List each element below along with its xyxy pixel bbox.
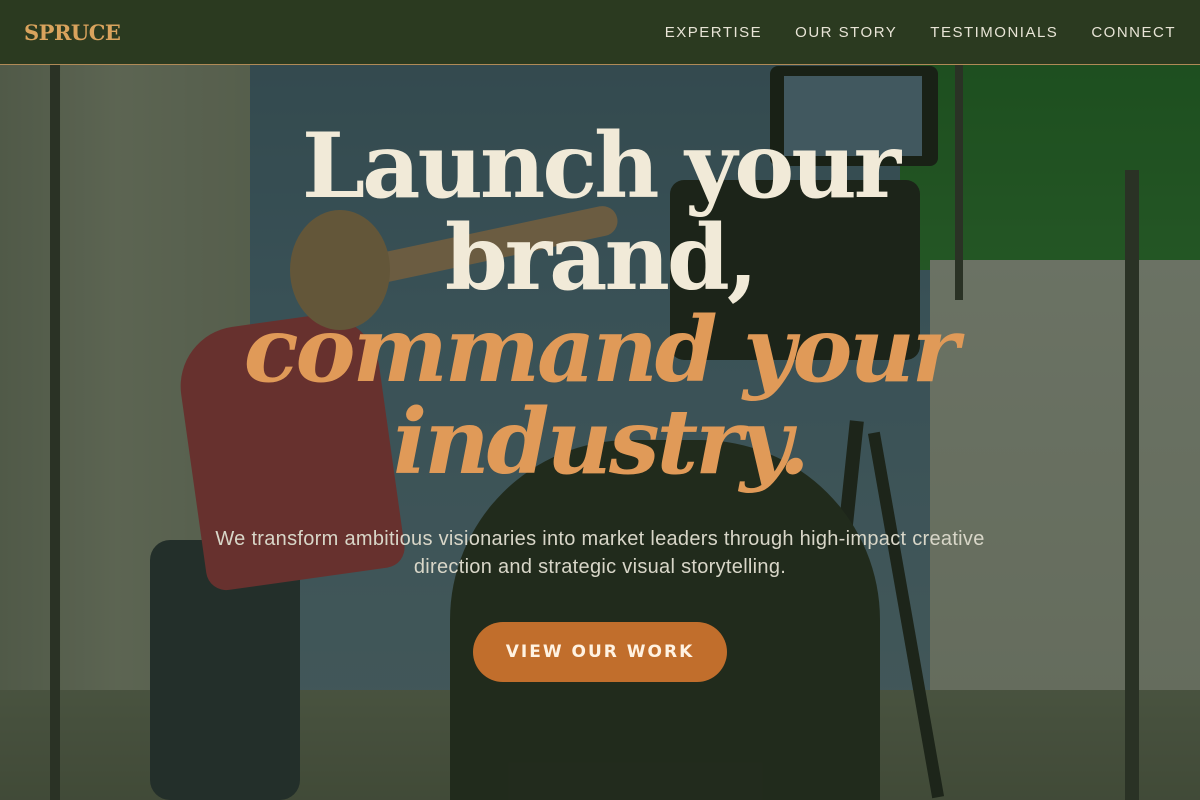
nav-link-expertise[interactable]: EXPERTISE — [665, 24, 762, 41]
brand-logo[interactable]: SPRUCE — [24, 20, 121, 45]
headline-line-4: industry. — [393, 389, 810, 495]
headline-line-3: command your — [243, 297, 959, 403]
hero-headline: Launch your brand, command your industry… — [0, 120, 1200, 488]
nav-link-testimonials[interactable]: TESTIMONIALS — [930, 24, 1058, 41]
headline-line-2: brand, — [444, 205, 758, 311]
site-header: SPRUCE EXPERTISE OUR STORY TESTIMONIALS … — [0, 0, 1200, 65]
view-our-work-button[interactable]: VIEW OUR WORK — [473, 622, 727, 682]
hero-section: Launch your brand, command your industry… — [0, 120, 1200, 682]
headline-line-1: Launch your — [301, 113, 901, 219]
nav-link-connect[interactable]: CONNECT — [1091, 24, 1176, 41]
hero-subtitle: We transform ambitious visionaries into … — [215, 528, 985, 578]
nav-link-our-story[interactable]: OUR STORY — [795, 24, 897, 41]
main-nav: EXPERTISE OUR STORY TESTIMONIALS CONNECT — [665, 24, 1176, 41]
